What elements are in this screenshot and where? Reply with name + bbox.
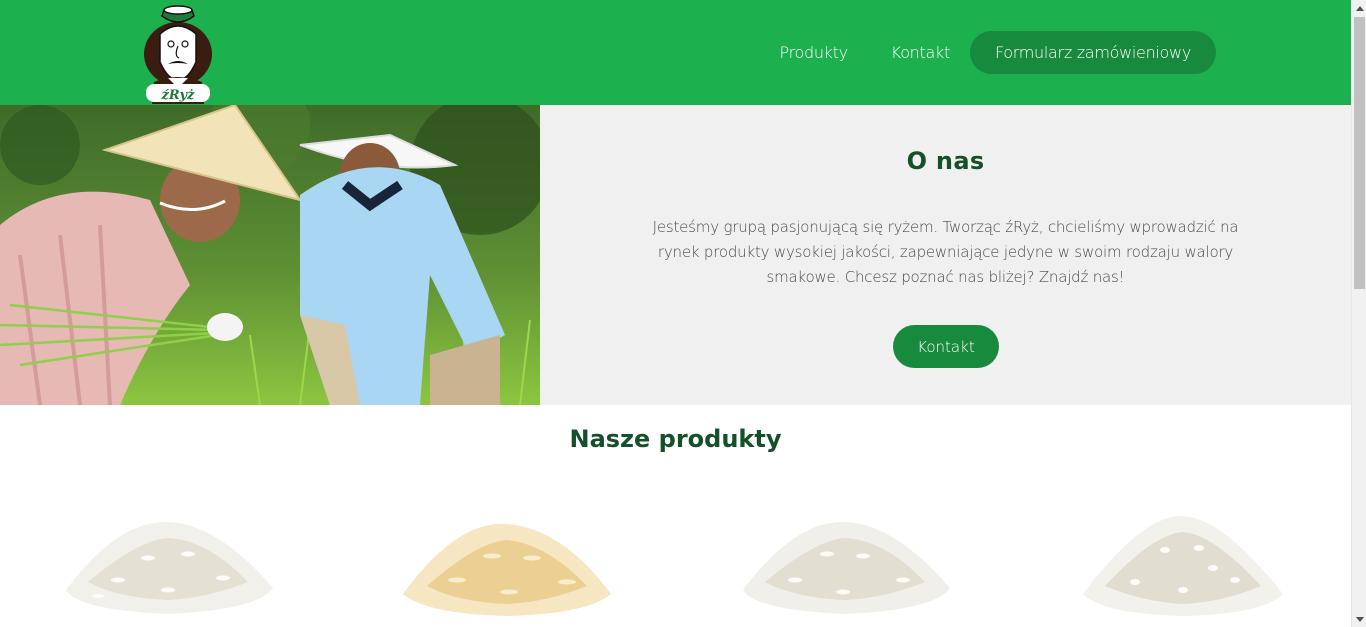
scroll-down-icon[interactable] [1352,612,1366,627]
about-description: Jesteśmy grupą pasjonującą się ryżem. Tw… [652,218,1239,286]
product-item[interactable] [1073,510,1293,627]
scroll-thumb[interactable] [1354,17,1365,289]
brand-logo[interactable]: źRyż [138,2,218,104]
page-scrollbar[interactable] [1351,0,1366,627]
nav-order-form-button[interactable]: Formularz zamówieniowy [969,31,1216,74]
product-item[interactable] [58,510,278,627]
nav-contact-link[interactable]: Kontakt [891,43,950,62]
contact-button[interactable]: Kontakt [893,325,999,368]
about-title: O nas [906,147,985,175]
nav-products-link[interactable]: Produkty [780,43,849,62]
farmers-photo [0,105,540,405]
main-nav: Produkty Kontakt Formularz zamówieniowy [780,31,1216,74]
product-item[interactable] [397,510,617,627]
about-section: O nas Jesteśmy grupą pasjonującą się ryż… [540,105,1351,405]
products-title: Nasze produkty [569,425,782,453]
site-header: źRyż Produkty Kontakt Formularz zamówien… [0,0,1351,105]
page: źRyż Produkty Kontakt Formularz zamówien… [0,0,1351,627]
scroll-up-icon[interactable] [1352,0,1366,15]
product-item[interactable] [735,510,955,627]
brand-name: źRyż [161,88,196,103]
